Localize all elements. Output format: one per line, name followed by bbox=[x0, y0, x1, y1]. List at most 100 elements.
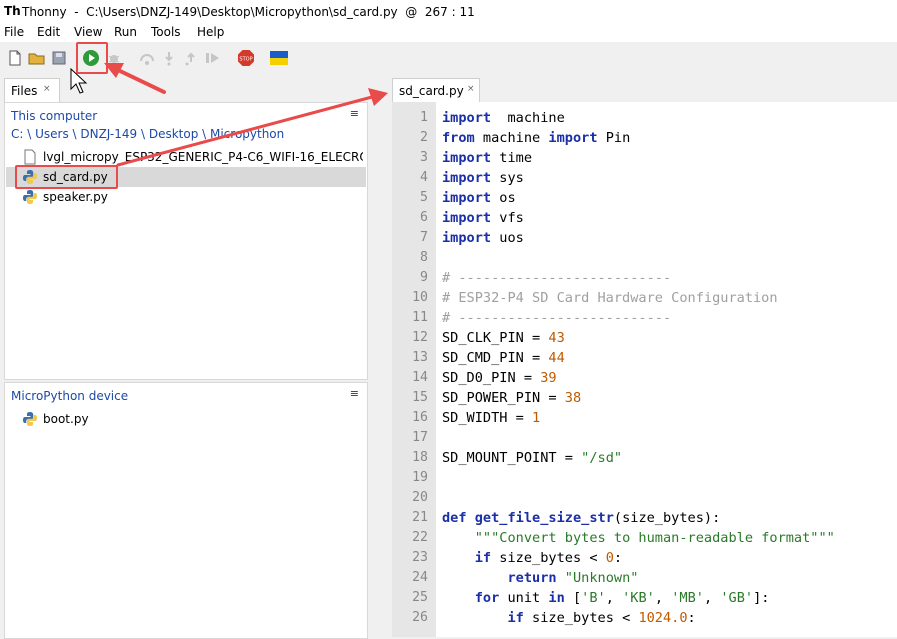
line-number: 22 bbox=[412, 530, 428, 545]
python-file-icon bbox=[23, 412, 37, 426]
tab-sd-card-label: sd_card.py bbox=[399, 84, 464, 98]
code-line: SD_CLK_PIN = 43 bbox=[442, 330, 565, 346]
line-number: 3 bbox=[420, 150, 428, 165]
code-token: SD_D0_PIN = bbox=[442, 370, 541, 386]
tab-sd-card[interactable]: sd_card.py × bbox=[392, 78, 480, 103]
line-number: 25 bbox=[412, 590, 428, 605]
code-token: """Convert bytes to human-readable forma… bbox=[474, 530, 835, 546]
line-number: 5 bbox=[420, 190, 428, 205]
list-item[interactable]: lvgl_micropy_ESP32_GENERIC_P4-C6_WIFI-16… bbox=[6, 147, 366, 167]
code-token: uos bbox=[491, 230, 524, 246]
breadcrumb[interactable]: C: \ Users \ DNZJ-149 \ Desktop \ Microp… bbox=[11, 127, 284, 141]
menu-edit[interactable]: Edit bbox=[37, 25, 60, 39]
code-token: from bbox=[442, 130, 475, 146]
python-file-icon bbox=[23, 190, 37, 204]
code-line: if size_bytes < 0: bbox=[442, 550, 622, 566]
code-token: ]: bbox=[753, 590, 770, 606]
code-token: SD_WIDTH = bbox=[442, 410, 533, 426]
code-token: , bbox=[703, 590, 721, 606]
close-icon[interactable]: × bbox=[467, 84, 475, 94]
code-token: Pin bbox=[597, 130, 631, 146]
line-number: 2 bbox=[420, 130, 428, 145]
code-token: machine bbox=[491, 110, 565, 126]
close-icon[interactable]: × bbox=[43, 84, 51, 94]
line-number: 4 bbox=[420, 170, 428, 185]
code-token: SD_CLK_PIN = bbox=[442, 330, 549, 346]
file-icon bbox=[24, 149, 36, 165]
menu-file[interactable]: File bbox=[4, 25, 24, 39]
mouse-cursor-icon bbox=[70, 68, 88, 94]
code-line: SD_POWER_PIN = 38 bbox=[442, 390, 581, 406]
ukraine-flag-icon[interactable] bbox=[270, 49, 288, 67]
code-token: , bbox=[654, 590, 672, 606]
tab-files[interactable]: Files × bbox=[4, 78, 60, 103]
code-line: return "Unknown" bbox=[442, 570, 638, 586]
code-token: if bbox=[507, 610, 524, 626]
menu-view[interactable]: View bbox=[74, 25, 102, 39]
code-token: 'KB' bbox=[622, 590, 655, 606]
menu-tools[interactable]: Tools bbox=[151, 25, 181, 39]
code-token: vfs bbox=[491, 210, 524, 226]
code-token: machine bbox=[474, 130, 549, 146]
code-token: 'MB' bbox=[671, 590, 704, 606]
code-token: : bbox=[613, 550, 623, 566]
line-number: 13 bbox=[412, 350, 428, 365]
stop-icon[interactable]: STOP bbox=[237, 49, 255, 67]
line-number: 20 bbox=[412, 490, 428, 505]
thonny-logo: Th bbox=[4, 4, 21, 18]
code-token: 38 bbox=[564, 390, 582, 406]
code-line: # -------------------------- bbox=[442, 310, 671, 326]
step-out-icon[interactable] bbox=[182, 49, 200, 67]
toolbar: STOP bbox=[0, 42, 897, 74]
code-token: import bbox=[442, 230, 492, 246]
code-token: unit bbox=[499, 590, 549, 606]
code-token: time bbox=[491, 150, 533, 166]
menu-help[interactable]: Help bbox=[197, 25, 224, 39]
code-line: SD_WIDTH = 1 bbox=[442, 410, 540, 426]
line-number: 16 bbox=[412, 410, 428, 425]
code-token: (size_bytes): bbox=[613, 510, 721, 526]
code-token: [ bbox=[564, 590, 582, 606]
code-token: import bbox=[442, 110, 492, 126]
list-item[interactable]: boot.py bbox=[6, 409, 366, 429]
new-file-icon[interactable] bbox=[6, 49, 24, 67]
code-token: import bbox=[548, 130, 598, 146]
open-file-icon[interactable] bbox=[28, 49, 46, 67]
step-over-icon[interactable] bbox=[138, 49, 156, 67]
line-number: 1 bbox=[420, 110, 428, 125]
code-token: # ESP32-P4 SD Card Hardware Configuratio… bbox=[442, 290, 778, 306]
code-line: # ESP32-P4 SD Card Hardware Configuratio… bbox=[442, 290, 778, 306]
line-number: 18 bbox=[412, 450, 428, 465]
save-icon[interactable] bbox=[50, 49, 68, 67]
line-number: 24 bbox=[412, 570, 428, 585]
code-token: import bbox=[442, 150, 492, 166]
this-computer-panel: This computer ≡ C: \ Users \ DNZJ-149 \ … bbox=[4, 102, 368, 380]
code-token: : bbox=[687, 610, 696, 626]
line-number: 11 bbox=[412, 310, 428, 325]
menu-run[interactable]: Run bbox=[114, 25, 137, 39]
resume-icon[interactable] bbox=[204, 49, 222, 67]
code-token: 43 bbox=[548, 330, 565, 346]
selected-file-highlight-box bbox=[15, 165, 118, 189]
svg-text:STOP: STOP bbox=[239, 57, 252, 63]
code-token: 39 bbox=[540, 370, 557, 386]
code-token: # -------------------------- bbox=[442, 270, 672, 286]
list-item[interactable]: speaker.py bbox=[6, 187, 366, 207]
code-token: 1 bbox=[532, 410, 541, 426]
panel-menu-icon[interactable]: ≡ bbox=[350, 107, 359, 120]
code-editor[interactable]: import machine from machine import Pin imp… bbox=[436, 102, 897, 637]
line-number: 15 bbox=[412, 390, 428, 405]
code-token: import bbox=[442, 170, 492, 186]
debug-icon[interactable] bbox=[105, 49, 123, 67]
code-token: for bbox=[474, 590, 500, 606]
code-token: size_bytes < bbox=[491, 550, 606, 566]
code-line: def get_file_size_str(size_bytes): bbox=[442, 510, 720, 526]
panel-menu-icon[interactable]: ≡ bbox=[350, 387, 359, 400]
code-line: import uos bbox=[442, 230, 524, 246]
step-into-icon[interactable] bbox=[160, 49, 178, 67]
code-token: in bbox=[548, 590, 565, 606]
code-token: sys bbox=[491, 170, 524, 186]
